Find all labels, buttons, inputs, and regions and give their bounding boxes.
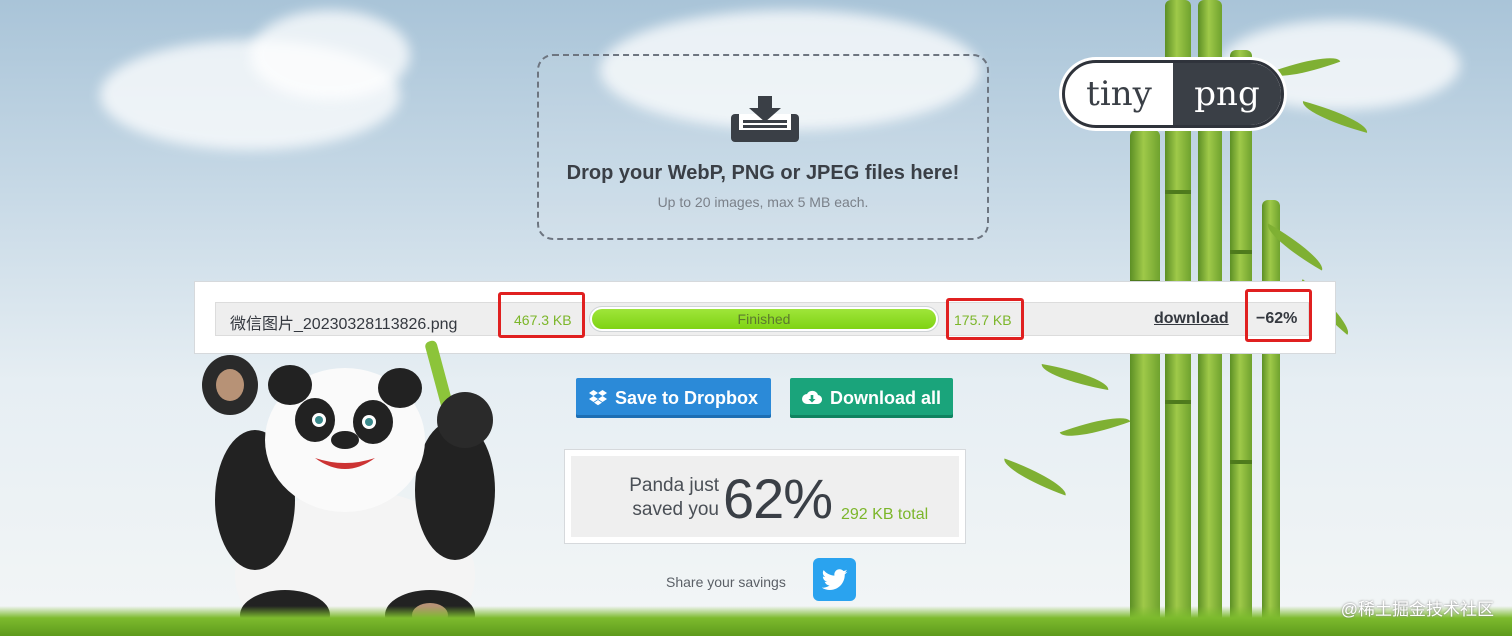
dropbox-icon (588, 390, 607, 406)
twitter-share-button[interactable] (813, 558, 856, 601)
panda-mascot (202, 340, 495, 636)
highlight-reduction (1245, 289, 1312, 342)
save-to-dropbox-button[interactable]: Save to Dropbox (576, 378, 771, 418)
twitter-icon (821, 568, 848, 590)
savings-inner: Panda just saved you 62% 292 KB total (571, 456, 959, 537)
logo-text-png: png (1173, 63, 1281, 125)
savings-label: Panda just saved you (589, 474, 719, 522)
download-all-button[interactable]: Download all (790, 378, 953, 418)
watermark: @稀土掘金技术社区 (1340, 600, 1494, 619)
drop-zone-title: Drop your WebP, PNG or JPEG files here! (566, 162, 960, 184)
savings-percent: 62% (723, 467, 833, 530)
download-tray-icon (731, 96, 799, 142)
download-all-label: Download all (829, 387, 941, 408)
file-name: 微信图片_20230328113826.png (230, 316, 458, 333)
savings-summary: Panda just saved you 62% 292 KB total (564, 449, 966, 544)
highlight-compressed-size (946, 298, 1024, 340)
drop-zone-subtitle: Up to 20 images, max 5 MB each. (657, 194, 869, 210)
download-link[interactable]: download (1154, 310, 1229, 328)
tinypng-logo[interactable]: tiny png (1062, 60, 1284, 128)
save-to-dropbox-label: Save to Dropbox (614, 387, 759, 408)
progress-status: Finished (737, 311, 791, 327)
progress-fill: Finished (592, 309, 936, 329)
cloud-download-icon (802, 390, 822, 405)
savings-label-line2: saved you (632, 499, 719, 520)
savings-total: 292 KB total (841, 506, 929, 523)
grass-decoration (0, 606, 1512, 636)
logo-text-tiny: tiny (1086, 74, 1152, 114)
cloud (250, 10, 410, 100)
result-row: 微信图片_20230328113826.png 467.3 KB Finishe… (215, 302, 1309, 336)
highlight-original-size (498, 292, 585, 338)
compression-progress-bar: Finished (589, 306, 939, 332)
savings-label-line1: Panda just (629, 475, 719, 496)
share-text: Share your savings (666, 574, 786, 590)
file-drop-zone[interactable]: Drop your WebP, PNG or JPEG files here! … (537, 54, 989, 240)
